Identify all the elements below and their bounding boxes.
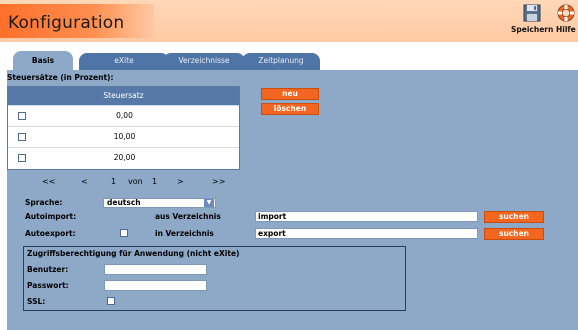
tax-value: 20,00 xyxy=(113,153,136,162)
save-button[interactable]: Speichern xyxy=(511,3,553,34)
access-title: Zugriffsberechtigung für Anwendung (nich… xyxy=(27,249,240,258)
tab-verzeichnisse[interactable]: Verzeichnisse xyxy=(163,53,245,70)
basis-panel: Steuersätze (in Prozent): Steuersatz 0,0… xyxy=(7,70,578,330)
tax-column-header: Steuersatz xyxy=(8,87,239,105)
tab-basis[interactable]: Basis xyxy=(13,51,73,70)
export-search-button[interactable]: suchen xyxy=(484,228,544,240)
import-directory-field[interactable]: import xyxy=(255,211,478,222)
user-label: Benutzer: xyxy=(27,265,69,274)
table-row[interactable]: 0,00 xyxy=(8,105,239,126)
help-button[interactable]: Hilfe xyxy=(556,3,576,34)
ssl-checkbox[interactable] xyxy=(107,297,115,305)
new-button[interactable]: neu xyxy=(261,88,319,100)
delete-button[interactable]: löschen xyxy=(261,103,319,115)
floppy-disk-icon xyxy=(523,4,541,22)
autoimport-source-label: aus Verzeichnis xyxy=(155,212,221,221)
tax-section-label: Steuersätze (in Prozent): xyxy=(7,73,114,82)
tax-value: 10,00 xyxy=(113,132,136,141)
user-field[interactable] xyxy=(104,264,207,275)
tax-value: 0,00 xyxy=(116,111,133,120)
title-banner: Konfiguration xyxy=(0,4,154,38)
pager-of: von xyxy=(128,177,143,186)
pager-next[interactable]: > xyxy=(177,177,184,186)
tab-zeitplanung[interactable]: Zeitplanung xyxy=(242,53,320,70)
pager-total: 1 xyxy=(152,177,158,186)
pager-first[interactable]: << xyxy=(42,177,55,186)
tab-exite[interactable]: eXite xyxy=(79,53,169,70)
pager-prev[interactable]: < xyxy=(81,177,88,186)
config-content: Basis eXite Verzeichnisse Zeitplanung St… xyxy=(7,48,578,330)
tab-strip: Basis eXite Verzeichnisse Zeitplanung xyxy=(7,48,578,70)
password-label: Passwort: xyxy=(27,281,69,290)
lifebuoy-icon xyxy=(557,4,575,22)
help-label: Hilfe xyxy=(556,25,576,34)
save-label: Speichern xyxy=(511,25,554,34)
pager-last[interactable]: >> xyxy=(212,177,225,186)
table-row[interactable]: 10,00 xyxy=(8,126,239,147)
import-search-button[interactable]: suchen xyxy=(484,211,544,223)
export-directory-field[interactable]: export xyxy=(255,228,478,239)
autoexport-checkbox[interactable] xyxy=(120,229,128,237)
page-title: Konfiguration xyxy=(8,13,125,33)
access-fieldset: Zugriffsberechtigung für Anwendung (nich… xyxy=(23,246,406,311)
autoexport-target-label: in Verzeichnis xyxy=(155,229,214,238)
autoimport-label: Autoimport: xyxy=(25,212,77,221)
autoexport-label: Autoexport: xyxy=(25,229,76,238)
header-bar: Konfiguration Speichern Hilfe xyxy=(0,0,578,42)
ssl-label: SSL: xyxy=(27,297,46,306)
pager-page: 1 xyxy=(111,177,117,186)
table-row[interactable]: 20,00 xyxy=(8,147,239,168)
language-label: Sprache: xyxy=(25,198,63,207)
select-arrow-icon[interactable]: ▼ xyxy=(204,199,214,207)
language-select[interactable]: deutsch ▼ xyxy=(103,198,216,208)
password-field[interactable] xyxy=(104,280,207,291)
language-value: deutsch xyxy=(107,198,141,207)
tax-rate-table: Steuersatz 0,00 10,00 20,00 xyxy=(7,86,240,170)
